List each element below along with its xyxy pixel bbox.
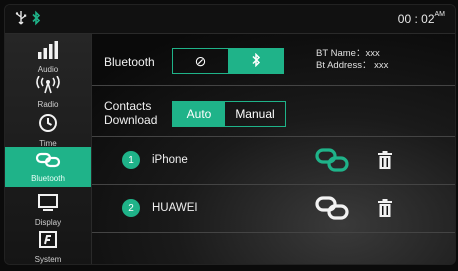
device-number-badge: 1 bbox=[122, 151, 140, 169]
link-icon bbox=[35, 152, 61, 173]
radio-antenna-icon bbox=[35, 75, 61, 99]
usb-icon bbox=[15, 10, 27, 31]
contacts-label-line1: Contacts bbox=[104, 99, 152, 113]
auto-option-button[interactable]: Auto bbox=[173, 102, 225, 126]
device-row[interactable]: 2 HUAWEI bbox=[92, 185, 455, 233]
sidebar: Audio Radio Time Bluetooth Display Syste… bbox=[5, 34, 92, 264]
bluetooth-icon bbox=[31, 10, 41, 31]
connected-link-icon[interactable] bbox=[314, 147, 350, 178]
bluetooth-row: Bluetooth ⊘ BT Name：xxx Bt Address： xxx bbox=[92, 34, 455, 86]
equalizer-icon bbox=[37, 40, 59, 64]
delete-trash-icon[interactable] bbox=[378, 151, 392, 174]
device-name: HUAWEI bbox=[152, 202, 198, 214]
bluetooth-icon bbox=[251, 52, 261, 70]
system-icon bbox=[38, 230, 58, 254]
bluetooth-label: Bluetooth bbox=[104, 55, 155, 69]
screen: 00 : 02AM Audio Radio Time Bluetooth Dis… bbox=[4, 4, 456, 265]
disconnected-link-icon[interactable] bbox=[314, 195, 350, 226]
clock-time: 00 : 02 bbox=[397, 12, 435, 26]
bluetooth-on-button[interactable] bbox=[228, 49, 283, 73]
bt-name: BT Name：xxx bbox=[316, 48, 380, 59]
sidebar-item-bluetooth[interactable]: Bluetooth bbox=[5, 147, 91, 187]
bluetooth-toggle: ⊘ bbox=[172, 48, 284, 74]
manual-option-button[interactable]: Manual bbox=[225, 102, 285, 126]
status-bar: 00 : 02AM bbox=[5, 5, 455, 34]
contacts-download-row: Contacts Download Auto Manual bbox=[92, 86, 455, 137]
disabled-icon: ⊘ bbox=[194, 52, 207, 69]
monitor-icon bbox=[38, 193, 58, 217]
sidebar-item-system[interactable]: System bbox=[5, 224, 91, 264]
status-icons bbox=[15, 10, 41, 31]
bt-info: BT Name：xxx Bt Address： xxx bbox=[316, 48, 388, 72]
bluetooth-settings-panel: Bluetooth ⊘ BT Name：xxx Bt Address： xxx bbox=[92, 34, 455, 264]
contacts-label-line2: Download bbox=[104, 113, 158, 127]
clock-icon bbox=[38, 113, 58, 138]
sidebar-item-label: System bbox=[34, 254, 62, 264]
clock: 00 : 02AM bbox=[397, 11, 446, 26]
bluetooth-off-button[interactable]: ⊘ bbox=[173, 49, 228, 73]
device-name: iPhone bbox=[152, 154, 188, 166]
bt-address: Bt Address： xxx bbox=[316, 60, 389, 71]
clock-ampm: AM bbox=[434, 11, 446, 18]
contacts-download-toggle: Auto Manual bbox=[172, 101, 286, 127]
delete-trash-icon[interactable] bbox=[378, 199, 392, 222]
contacts-download-label: Contacts Download bbox=[104, 99, 157, 127]
device-number-badge: 2 bbox=[122, 199, 140, 217]
device-row[interactable]: 1 iPhone bbox=[92, 137, 455, 185]
sidebar-item-label: Bluetooth bbox=[31, 173, 65, 183]
